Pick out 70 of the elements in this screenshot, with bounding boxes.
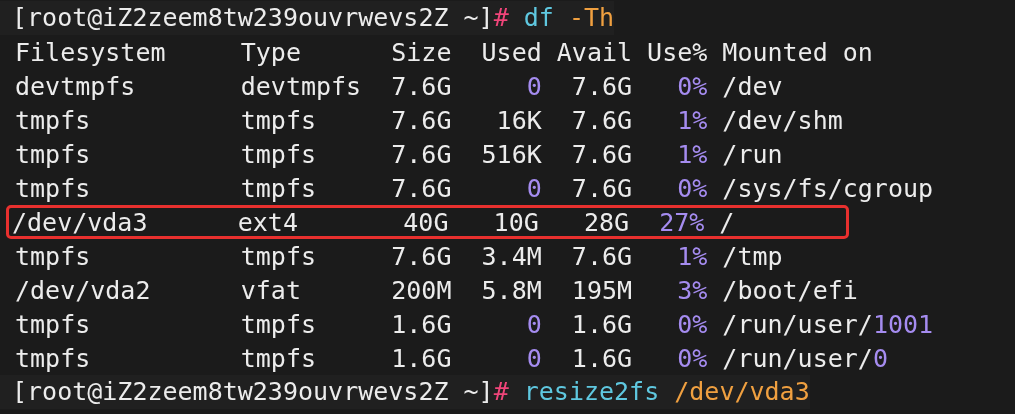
- used-cell-text: 0: [525, 344, 542, 374]
- mount-cell-text: /run: [721, 140, 784, 170]
- used-cell-text: 0: [525, 310, 542, 340]
- use-percent-cell-text: 0%: [676, 344, 708, 374]
- type-cell-text: devtmpfs: [240, 72, 363, 102]
- used-cell-text: 10G: [492, 208, 539, 238]
- avail-cell-text: 1.6G: [570, 310, 633, 340]
- column-header: Avail: [555, 38, 633, 68]
- avail-cell-text: 7.6G: [570, 140, 633, 170]
- size-cell: 1.6G: [391, 344, 452, 374]
- column-header: Mounted on: [721, 38, 874, 68]
- mount-cell-text: /run/user/0: [721, 344, 889, 374]
- avail-cell-text: 7.6G: [570, 174, 633, 204]
- used-cell-text: 3.4M: [480, 242, 542, 272]
- filesystem-cell-text: /dev/vda2: [15, 276, 152, 306]
- filesystem-cell-text: tmpfs: [15, 174, 92, 204]
- type-cell-text: tmpfs: [240, 174, 318, 204]
- use-percent-cell-text: 27%: [658, 208, 705, 238]
- size-cell: 7.6G: [391, 140, 452, 170]
- used-cell-text: 516K: [480, 140, 542, 170]
- filesystem-cell-text: devtmpfs: [15, 72, 137, 102]
- avail-cell-text: 195M: [570, 276, 633, 306]
- use-percent-cell-text: 1%: [676, 140, 708, 170]
- avail-cell-text: 7.6G: [570, 106, 633, 136]
- type-cell-text: ext4: [237, 208, 299, 238]
- size-cell: 1.6G: [391, 310, 452, 340]
- column-header: Size: [391, 38, 452, 68]
- filesystem-cell-text: tmpfs: [15, 140, 92, 170]
- use-percent-cell-text: 0%: [676, 72, 708, 102]
- use-percent-cell-text: 1%: [676, 106, 708, 136]
- column-header: Used: [480, 38, 542, 68]
- avail-cell-text: 1.6G: [570, 344, 633, 374]
- avail-cell-text: 7.6G: [570, 242, 633, 272]
- use-percent-cell-text: 3%: [676, 276, 708, 306]
- size-cell: 7.6G: [391, 106, 452, 136]
- type-cell-text: vfat: [240, 276, 302, 306]
- type-cell-text: tmpfs: [240, 140, 318, 170]
- use-percent-cell-text: 0%: [676, 174, 708, 204]
- mount-cell-text: /boot/efi: [721, 276, 859, 306]
- mount-cell-text: /run/user/1001: [721, 310, 935, 340]
- size-cell: 7.6G: [391, 174, 452, 204]
- avail-cell-text: 28G: [582, 208, 630, 238]
- filesystem-cell-text: tmpfs: [15, 242, 92, 272]
- use-percent-cell-text: 1%: [676, 242, 708, 272]
- size-cell: 7.6G: [391, 72, 452, 102]
- filesystem-cell-text: tmpfs: [15, 344, 92, 374]
- column-header: Filesystem: [15, 38, 167, 68]
- filesystem-cell-text: tmpfs: [15, 310, 92, 340]
- avail-cell-text: 7.6G: [570, 72, 633, 102]
- filesystem-cell-text: tmpfs: [15, 106, 92, 136]
- use-percent-cell-text: 0%: [676, 310, 708, 340]
- size-cell: 7.6G: [391, 242, 452, 272]
- type-cell-text: tmpfs: [240, 242, 318, 272]
- column-header: Type: [240, 38, 302, 68]
- used-cell-text: 5.8M: [480, 276, 542, 306]
- used-cell-text: 16K: [495, 106, 542, 136]
- mount-cell-text: /tmp: [721, 242, 784, 272]
- size-cell-text: 40G: [402, 208, 449, 238]
- type-cell-text: tmpfs: [240, 106, 318, 136]
- mount-cell-text: /dev/shm: [721, 106, 844, 136]
- filesystem-cell-text: /dev/vda3: [12, 208, 149, 238]
- mount-cell-text: /dev: [721, 72, 784, 102]
- type-cell-text: tmpfs: [240, 310, 318, 340]
- used-cell-text: 0: [525, 72, 542, 102]
- mount-cell-text: /: [718, 208, 736, 238]
- mount-cell-text: /sys/fs/cgroup: [721, 174, 935, 204]
- type-cell-text: tmpfs: [240, 344, 318, 374]
- column-header: Use%: [646, 38, 708, 68]
- used-cell-text: 0: [525, 174, 542, 204]
- size-cell: 200M: [391, 276, 452, 306]
